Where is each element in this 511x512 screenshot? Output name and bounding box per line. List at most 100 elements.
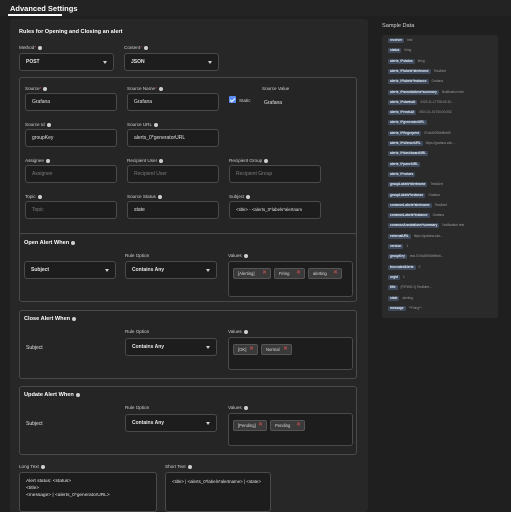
info-icon — [72, 316, 77, 321]
sample-data-key[interactable]: alerts_0*panelURL — [388, 161, 421, 167]
close-icon[interactable]: ✕ — [258, 421, 263, 430]
sample-data-row[interactable]: alerts_0*silenceURL https://grafana.abc..… — [388, 141, 498, 147]
close-rule-option-select[interactable]: Contains Any — [125, 338, 217, 356]
sample-data-row[interactable]: commonLabels*instance Grafana — [388, 213, 498, 219]
sample-data-key[interactable]: version — [388, 244, 404, 249]
sample-data-row[interactable]: alerts_0*labels*alertname TestAlert — [388, 68, 498, 75]
sample-data-key[interactable]: alerts_0*silenceURL — [388, 141, 423, 146]
sample-data-row[interactable]: alerts_0*panelURL — [388, 161, 498, 168]
value-chip[interactable]: Pending ✕ — [270, 420, 305, 431]
sample-data-row[interactable]: status firing — [388, 48, 498, 54]
update-values-input[interactable]: [Pending] ✕ Pending ✕ — [228, 413, 353, 446]
source-name-field[interactable]: Grafana — [127, 93, 219, 111]
close-values-input[interactable]: [OK] ✕ Normal ✕ — [228, 337, 353, 370]
page-header: Advanced Settings — [0, 0, 511, 16]
value-chip[interactable]: [OK] ✕ — [233, 344, 258, 355]
static-label: Static — [239, 98, 251, 103]
source-status-field[interactable]: state — [127, 201, 219, 219]
close-icon[interactable]: ✕ — [249, 345, 254, 354]
open-rule-option-select[interactable]: Contains Any — [125, 261, 217, 279]
info-icon — [158, 86, 163, 91]
sample-data-row[interactable]: alerts_0*startsAt 2023-11-17T08:03:30... — [388, 99, 498, 106]
open-values-input[interactable]: [Alerting] ✕ Firing ✕ alerting ✕ — [228, 261, 353, 297]
method-select[interactable]: POST — [19, 53, 114, 71]
sample-data-key[interactable]: orgId — [388, 274, 400, 280]
subject-field[interactable]: <title> - <alerts_0*labels*alertnam — [229, 201, 321, 219]
sample-data-value: 2023-11-17T08:03:30... — [420, 99, 454, 104]
sample-data-row[interactable]: alerts_0*labels*instance Grafana — [388, 79, 498, 85]
sample-data-row[interactable]: alerts_0*endsAt 0001-01-01T00:00:00Z — [388, 110, 498, 116]
sample-data-row[interactable]: receiver test — [388, 38, 498, 44]
close-icon[interactable]: ✕ — [296, 421, 301, 430]
source-url-field[interactable]: alerts_0*generatorURL — [127, 129, 219, 147]
sample-data-key[interactable]: status — [388, 48, 402, 54]
sample-data-key[interactable]: alerts_0*values — [388, 171, 416, 177]
sample-data-row[interactable]: title [FIRING:1] TestAlert... — [388, 285, 498, 291]
sample-data-row[interactable]: commonLabels*alertname TestAlert — [388, 202, 498, 209]
sample-data-row[interactable]: orgId 1 — [388, 274, 498, 281]
sample-data-row[interactable]: truncatedAlerts 0 — [388, 264, 498, 271]
recipient-user-field[interactable]: Recipient User — [127, 165, 219, 183]
sample-data-key[interactable]: groupLabels*instance — [388, 192, 426, 198]
sample-data-key[interactable]: alerts_0*endsAt — [388, 110, 417, 116]
assignee-field[interactable]: Assignee — [25, 165, 117, 183]
sample-data-row[interactable]: alerts_0*fingerprint 57c6d9296b9bb65 — [388, 130, 498, 137]
info-icon — [187, 464, 192, 469]
sample-data-key[interactable]: title — [388, 285, 398, 291]
chevron-down-icon — [208, 61, 212, 64]
sample-data-row[interactable]: alerts_0*status firing — [388, 58, 498, 65]
close-icon[interactable]: ✕ — [333, 269, 338, 278]
sample-data-row[interactable]: alerts_0*annotations*summary Notification… — [388, 89, 498, 96]
sample-data-key[interactable]: commonLabels*alertname — [388, 202, 432, 208]
sample-data-key[interactable]: alerts_0*fingerprint — [388, 130, 422, 136]
content-select[interactable]: JSON — [124, 53, 219, 71]
source-id-field[interactable]: groupKey — [25, 129, 117, 147]
sample-data-row[interactable]: groupLabels*alertname TestAlert — [388, 182, 498, 188]
sample-data-key[interactable]: commonLabels*instance — [388, 213, 430, 219]
value-chip[interactable]: alerting ✕ — [308, 268, 342, 279]
value-chip[interactable]: Firing ✕ — [274, 268, 305, 279]
sample-data-key[interactable]: alerts_0*labels*alertname — [388, 68, 431, 74]
sample-data-key[interactable]: alerts_0*labels*instance — [388, 79, 429, 85]
chevron-down-icon — [206, 422, 210, 425]
sample-data-row[interactable]: commonAnnotations*summary Notification te… — [388, 223, 498, 229]
sample-data-row[interactable]: groupLabels*instance Grafana — [388, 192, 498, 199]
sample-data-key[interactable]: groupKey — [388, 254, 407, 260]
sample-data-key[interactable]: message — [388, 305, 406, 311]
sample-data-key[interactable]: alerts_0*status — [388, 58, 415, 64]
open-field-select[interactable]: Subject — [24, 261, 116, 279]
sample-data-key[interactable]: state — [388, 295, 400, 301]
source-field[interactable]: Grafana — [25, 93, 117, 111]
recipient-group-field[interactable]: Recipient Group — [229, 165, 321, 183]
value-chip[interactable]: [Pending] ✕ — [233, 420, 267, 431]
chevron-down-icon — [206, 269, 210, 272]
value-chip[interactable]: Normal ✕ — [261, 344, 292, 355]
sample-data-key[interactable]: truncatedAlerts — [388, 264, 416, 270]
sample-data-key[interactable]: alerts_0*dashboardURL — [388, 151, 429, 157]
subject-label: Subject — [229, 194, 251, 199]
sample-data-row[interactable]: alerts_0*generatorURL — [388, 120, 498, 126]
sample-data-row[interactable]: alerts_0*dashboardURL — [388, 151, 498, 157]
sample-data-row[interactable]: version 1 — [388, 244, 498, 250]
sample-data-row[interactable]: message **Firing** — [388, 305, 498, 312]
update-rule-option-select[interactable]: Contains Any — [125, 414, 217, 432]
sample-data-row[interactable]: alerts_0*values — [388, 171, 498, 178]
long-text-area[interactable]: Alert status: <status> <title> <message>… — [19, 472, 157, 512]
sample-data-key[interactable]: commonAnnotations*summary — [388, 223, 440, 229]
sample-data-row[interactable]: groupKey test-57c6d9296b9bb6... — [388, 254, 498, 260]
value-chip[interactable]: [Alerting] ✕ — [233, 268, 271, 279]
sample-data-key[interactable]: alerts_0*generatorURL — [388, 120, 427, 126]
sample-data-row[interactable]: state alerting — [388, 295, 498, 302]
sample-data-key[interactable]: alerts_0*annotations*summary — [388, 89, 439, 95]
static-checkbox[interactable] — [229, 96, 236, 103]
sample-data-key[interactable]: receiver — [388, 38, 405, 43]
sample-data-key[interactable]: alerts_0*startsAt — [388, 99, 418, 105]
close-icon[interactable]: ✕ — [262, 269, 267, 278]
short-text-area[interactable]: <title> | <alerts_0*labels*alertname> | … — [165, 472, 271, 512]
close-icon[interactable]: ✕ — [283, 345, 288, 354]
topic-field[interactable]: Topic — [25, 201, 117, 219]
sample-data-key[interactable]: groupLabels*alertname — [388, 182, 428, 188]
sample-data-key[interactable]: externalURL — [388, 233, 411, 239]
sample-data-row[interactable]: externalURL https://grafana.abc... — [388, 233, 498, 240]
close-icon[interactable]: ✕ — [296, 269, 301, 278]
